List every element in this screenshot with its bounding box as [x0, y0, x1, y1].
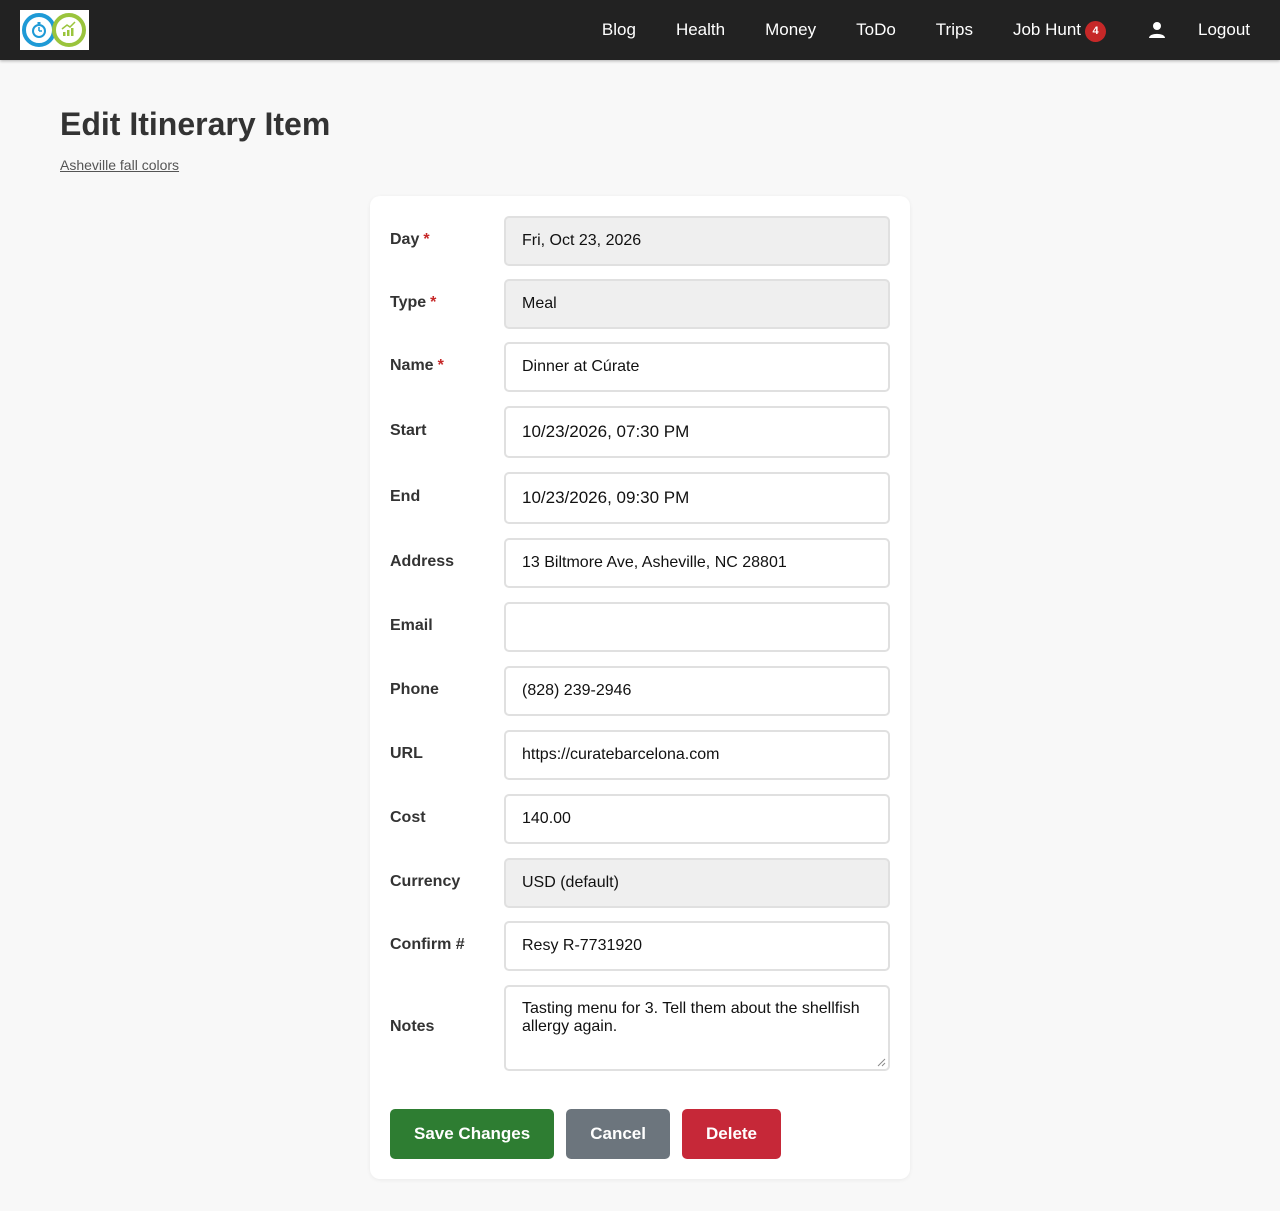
- end-label: End: [390, 488, 421, 505]
- form-actions: Save Changes Cancel Delete: [390, 1109, 793, 1159]
- save-changes-button[interactable]: Save Changes: [390, 1109, 555, 1159]
- required-marker: *: [437, 357, 444, 374]
- resize-handle-icon[interactable]: [876, 1057, 886, 1067]
- email-input[interactable]: [504, 602, 890, 652]
- start-label: Start: [390, 422, 427, 439]
- start-datetime-input[interactable]: 10/23/2026, 07:30 PM: [504, 406, 890, 458]
- cost-label: Cost: [390, 809, 426, 826]
- app-logo[interactable]: [20, 10, 89, 50]
- nav-links: Blog Health Money ToDo Trips Job Hunt 4 …: [602, 0, 1250, 60]
- logo-icon: [22, 13, 86, 47]
- delete-button[interactable]: Delete: [681, 1109, 782, 1159]
- phone-input[interactable]: (828) 239-2946: [504, 666, 890, 716]
- notes-label: Notes: [390, 1018, 435, 1035]
- address-label: Address: [390, 553, 455, 570]
- end-datetime-input[interactable]: 10/23/2026, 09:30 PM: [504, 472, 890, 524]
- required-marker: *: [430, 294, 437, 311]
- type-label: Type *: [390, 294, 437, 311]
- user-icon[interactable]: [1148, 21, 1166, 39]
- notes-textarea[interactable]: Tasting menu for 3. Tell them about the …: [504, 985, 890, 1071]
- nav-todo[interactable]: ToDo: [856, 20, 896, 40]
- type-select[interactable]: Meal: [504, 279, 890, 329]
- notes-text: Tasting menu for 3. Tell them about the …: [522, 1000, 860, 1035]
- notification-badge: 4: [1085, 20, 1106, 42]
- nav-health[interactable]: Health: [676, 20, 725, 40]
- email-label: Email: [390, 617, 433, 634]
- nav-blog[interactable]: Blog: [602, 20, 636, 40]
- edit-form-card: Day * Fri, Oct 23, 2026 Type * Meal Name * …: [370, 196, 910, 1179]
- confirm-input[interactable]: Resy R-7731920: [504, 921, 890, 971]
- day-select[interactable]: Fri, Oct 23, 2026: [504, 216, 890, 266]
- currency-select[interactable]: USD (default): [504, 858, 890, 908]
- currency-label: Currency: [390, 873, 461, 890]
- breadcrumb-trip-link[interactable]: Asheville fall colors: [60, 157, 179, 173]
- address-input[interactable]: 13 Biltmore Ave, Asheville, NC 28801: [504, 538, 890, 588]
- user-icon-glyph: [1149, 22, 1165, 38]
- page-title: Edit Itinerary Item: [60, 106, 331, 142]
- nav-job-hunt-label: Job Hunt: [1012, 20, 1081, 39]
- url-label: URL: [390, 745, 423, 762]
- logout-link[interactable]: Logout: [1198, 20, 1250, 40]
- phone-label: Phone: [390, 681, 439, 698]
- top-navbar: Blog Health Money ToDo Trips Job Hunt 4 …: [0, 0, 1280, 60]
- required-marker: *: [423, 231, 430, 248]
- nav-money[interactable]: Money: [765, 20, 816, 40]
- nav-job-hunt[interactable]: Job Hunt 4: [1013, 19, 1106, 42]
- day-label: Day *: [390, 231, 430, 248]
- nav-trips[interactable]: Trips: [936, 20, 973, 40]
- name-label: Name *: [390, 357, 444, 374]
- confirm-label: Confirm #: [390, 936, 465, 953]
- url-input[interactable]: https://curatebarcelona.com: [504, 730, 890, 780]
- cost-input[interactable]: 140.00: [504, 794, 890, 844]
- name-input[interactable]: Dinner at Cúrate: [504, 342, 890, 392]
- cancel-button[interactable]: Cancel: [566, 1109, 670, 1159]
